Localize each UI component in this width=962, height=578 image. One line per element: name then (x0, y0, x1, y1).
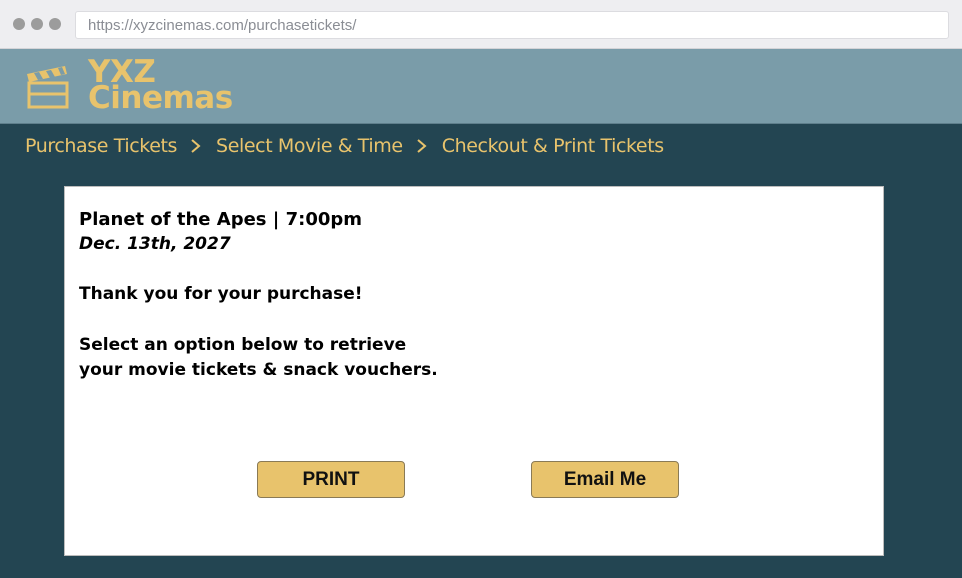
chevron-right-icon (191, 139, 201, 153)
clapperboard-icon[interactable] (24, 63, 72, 111)
instruction-line-2: your movie tickets & snack vouchers. (79, 360, 438, 380)
thank-you-message: Thank you for your purchase! (79, 284, 363, 304)
page-content: Purchase Tickets Select Movie & Time Che… (0, 124, 962, 578)
instruction-text: Select an option below to retrieve your … (79, 333, 438, 383)
email-me-button[interactable]: Email Me (531, 461, 679, 498)
breadcrumb-select-movie[interactable]: Select Movie & Time (216, 135, 403, 157)
movie-title: Planet of the Apes | 7:00pm (79, 209, 363, 230)
confirmation-card: Planet of the Apes | 7:00pm Dec. 13th, 2… (64, 186, 884, 556)
chevron-right-icon (417, 139, 427, 153)
site-header: YXZ Cinemas (0, 49, 962, 124)
breadcrumb: Purchase Tickets Select Movie & Time Che… (25, 134, 664, 158)
movie-date: Dec. 13th, 2027 (79, 234, 231, 254)
url-text: https://xyzcinemas.com/purchasetickets/ (88, 17, 357, 34)
brand-line-2: Cinemas (88, 80, 233, 116)
breadcrumb-checkout[interactable]: Checkout & Print Tickets (442, 135, 664, 157)
address-bar[interactable]: https://xyzcinemas.com/purchasetickets/ (75, 11, 949, 39)
breadcrumb-purchase-tickets[interactable]: Purchase Tickets (25, 135, 177, 157)
browser-toolbar: https://xyzcinemas.com/purchasetickets/ (0, 0, 962, 49)
brand-logo[interactable]: YXZ Cinemas (88, 57, 233, 116)
window-dot-icon[interactable] (13, 18, 25, 30)
window-dot-icon[interactable] (49, 18, 61, 30)
window-dot-icon[interactable] (31, 18, 43, 30)
print-button[interactable]: PRINT (257, 461, 405, 498)
instruction-line-1: Select an option below to retrieve (79, 335, 407, 355)
